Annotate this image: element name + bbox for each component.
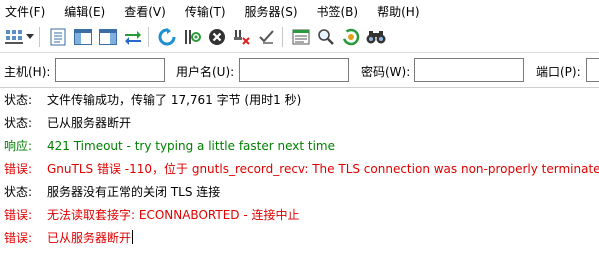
toolbar-separator <box>148 27 149 47</box>
log-message: 已从服务器断开 <box>47 116 132 130</box>
site-manager-icon[interactable] <box>3 26 25 48</box>
quickconnect-bar: 主机(H): 用户名(U): 密码(W): 端口(P): <box>0 53 599 88</box>
menu-edit[interactable]: 编辑(E) <box>58 3 105 20</box>
message-log[interactable]: 状态: 文件传输成功，传输了 17,761 字节 (用时1 秒) 状态: 已从服… <box>0 88 599 253</box>
directory-compare-icon[interactable] <box>340 26 362 48</box>
toolbar <box>0 22 599 53</box>
menu-help[interactable]: 帮助(H) <box>371 3 419 20</box>
menu-transfer[interactable]: 传输(T) <box>179 3 226 20</box>
log-type: 状态: <box>4 116 33 130</box>
search-remote-files-icon[interactable] <box>365 26 387 48</box>
toolbar-separator <box>282 27 283 47</box>
log-message: GnuTLS 错误 -110，位于 gnutls_record_recv: Th… <box>47 162 599 176</box>
menu-view[interactable]: 查看(V) <box>118 3 166 20</box>
log-message: 文件传输成功，传输了 17,761 字节 (用时1 秒) <box>47 93 302 107</box>
directory-filter-icon[interactable] <box>290 26 312 48</box>
log-message-text: 已从服务器断开 <box>47 231 132 245</box>
log-type: 响应: <box>4 139 33 153</box>
cancel-icon[interactable] <box>206 26 228 48</box>
text-caret <box>132 230 134 244</box>
log-type: 状态: <box>4 185 33 199</box>
port-input[interactable] <box>586 58 599 82</box>
log-message: 421 Timeout - try typing a little faster… <box>47 139 335 153</box>
host-input[interactable] <box>55 58 165 82</box>
menu-bookmarks[interactable]: 书签(B) <box>311 3 359 20</box>
toolbar-separator <box>39 27 40 47</box>
toggle-local-tree-icon[interactable] <box>72 26 94 48</box>
log-message: 服务器没有正常的关闭 TLS 连接 <box>47 185 221 199</box>
log-type: 状态: <box>4 93 33 107</box>
log-message: 无法读取套接字: ECONNABORTED - 连接中止 <box>47 208 300 222</box>
menu-file[interactable]: 文件(F) <box>0 3 45 20</box>
process-queue-icon[interactable] <box>181 26 203 48</box>
dropdown-arrow-icon[interactable] <box>25 26 35 48</box>
reconnect-icon[interactable] <box>256 26 278 48</box>
log-type: 错误: <box>4 208 33 222</box>
toggle-transfer-queue-icon[interactable] <box>122 26 144 48</box>
username-input[interactable] <box>239 58 349 82</box>
password-label: 密码(W): <box>361 65 411 79</box>
log-type: 错误: <box>4 162 33 176</box>
menu-bar: 文件(F) 编辑(E) 查看(V) 传输(T) 服务器(S) 书签(B) 帮助(… <box>0 0 599 22</box>
disconnect-icon[interactable] <box>231 26 253 48</box>
password-input[interactable] <box>414 58 524 82</box>
port-label: 端口(P): <box>536 65 581 79</box>
username-label: 用户名(U): <box>176 65 235 79</box>
toggle-remote-tree-icon[interactable] <box>97 26 119 48</box>
log-type: 错误: <box>4 231 33 245</box>
log-message: 已从服务器断开 <box>47 227 134 249</box>
menu-server[interactable]: 服务器(S) <box>239 3 298 20</box>
refresh-icon[interactable] <box>156 26 178 48</box>
toggle-sync-browsing-icon[interactable] <box>315 26 337 48</box>
toggle-message-log-icon[interactable] <box>47 26 69 48</box>
host-label: 主机(H): <box>4 65 51 79</box>
